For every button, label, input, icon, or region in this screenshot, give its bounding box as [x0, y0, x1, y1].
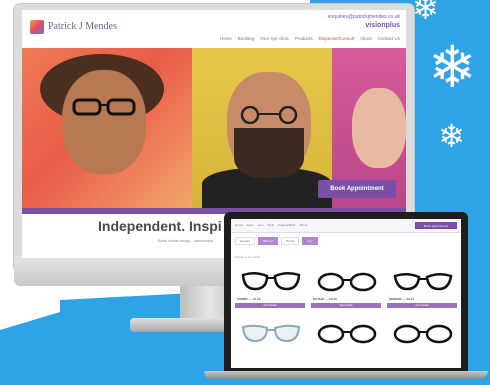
product-card[interactable]: [235, 319, 305, 365]
older-woman-face: [352, 88, 406, 168]
nav-item[interactable]: Contact Us: [378, 36, 400, 41]
snowflake-icon: ❄: [412, 0, 439, 27]
nav-item[interactable]: Home: [220, 36, 232, 41]
laptop-nav: Home Eyes Gen Style Frames/NHS About: [235, 223, 307, 227]
man-beard: [234, 128, 304, 178]
nav-item[interactable]: Style: [267, 223, 274, 227]
product-view-button[interactable]: View details: [311, 303, 381, 308]
nav-item[interactable]: Eyes: [247, 223, 254, 227]
nav-item-active[interactable]: Dispense/Consult: [319, 36, 354, 41]
filter-label: Gender: [235, 237, 256, 245]
product-grid: TOMMY — 54-18 View details MYTHIC — 52-2…: [235, 267, 457, 365]
site-header: Patrick J Mendes enquiries@patrickjmende…: [22, 10, 406, 48]
product-name: TOMMY — 54-18: [237, 297, 261, 301]
product-card[interactable]: TOMMY — 54-18 View details: [235, 267, 305, 313]
filter-chip[interactable]: Women: [258, 237, 279, 245]
nav-item[interactable]: Gen: [258, 223, 264, 227]
product-card[interactable]: [387, 319, 457, 365]
nav-item[interactable]: Booking: [238, 36, 254, 41]
snowflake-icon: ❄: [438, 117, 465, 155]
nav-item[interactable]: About: [360, 36, 372, 41]
product-card[interactable]: [311, 319, 381, 365]
nav-item[interactable]: Your eye clinic: [260, 36, 289, 41]
product-view-button[interactable]: View details: [235, 303, 305, 308]
filter-bar: Gender Women Brand Any: [235, 237, 318, 245]
main-nav: Home Booking Your eye clinic Products Di…: [220, 36, 400, 41]
laptop-base: [204, 371, 488, 379]
product-card[interactable]: MYTHIC — 52-20 View details: [311, 267, 381, 313]
results-count: Showing 42 results: [235, 255, 261, 259]
filter-label: Brand: [281, 237, 300, 245]
cat-eye-glasses-icon: [241, 272, 301, 291]
laptop-book-button[interactable]: Book appointment: [415, 222, 457, 229]
hero-subtagline: Book online today... nationwide: [158, 238, 214, 243]
round-glasses-icon: [393, 324, 453, 344]
snowflake-icon: ❄: [428, 33, 477, 101]
book-appointment-button[interactable]: Book Appointment: [318, 180, 396, 198]
laptop-site-header: Home Eyes Gen Style Frames/NHS About Boo…: [231, 219, 461, 233]
hero-tagline: Independent. Inspi: [98, 218, 222, 234]
nav-item[interactable]: Products: [295, 36, 313, 41]
round-glasses-icon: [317, 324, 377, 344]
logo-icon[interactable]: [30, 20, 44, 34]
product-view-button[interactable]: View details: [387, 303, 457, 308]
man-glasses-icon: [240, 106, 298, 124]
woman-glasses-icon: [72, 98, 136, 116]
clear-frame-glasses-icon: [241, 324, 301, 343]
woman-face: [62, 70, 146, 174]
cat-eye-glasses-icon: [393, 273, 453, 291]
filter-chip[interactable]: Any: [302, 237, 318, 245]
laptop-screen: Home Eyes Gen Style Frames/NHS About Boo…: [231, 219, 461, 368]
nav-item[interactable]: Home: [235, 223, 243, 227]
product-card[interactable]: HENDRE — 53-19 View details: [387, 267, 457, 313]
round-glasses-icon: [317, 272, 377, 292]
header-email-link[interactable]: enquiries@patrickjmendes.co.uk: [328, 14, 400, 20]
product-name: MYTHIC — 52-20: [313, 297, 337, 301]
nav-item[interactable]: About: [299, 223, 307, 227]
nav-item[interactable]: Frames/NHS: [278, 223, 295, 227]
header-brand: visionplus: [365, 22, 400, 29]
site-logo-text[interactable]: Patrick J Mendes: [48, 21, 117, 32]
product-name: HENDRE — 53-19: [389, 297, 415, 301]
